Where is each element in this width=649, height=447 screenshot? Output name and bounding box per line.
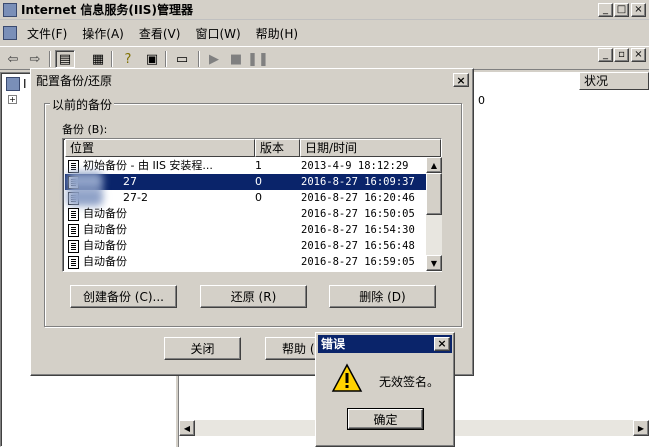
maximize-button[interactable]: □ [614,3,629,17]
column-header-location[interactable]: 位置 [65,139,255,157]
row-location: 自动备份 [83,255,127,268]
app-title: Internet 信息服务(IIS)管理器 [21,3,193,17]
document-icon [68,256,79,269]
warning-icon [331,363,363,392]
close-dialog-button[interactable]: 关闭 [164,337,241,360]
backup-list-label: 备份 (B): [62,123,108,136]
show-tree-icon[interactable]: ▤ [55,50,75,68]
row-location: 自动备份 [83,239,127,252]
minimize-button[interactable]: _ [598,3,613,17]
computer-icon[interactable]: ▭ [172,50,192,68]
menu-action[interactable]: 操作(A) [82,25,124,42]
backup-row[interactable]: 自动备份 2016-8-27 16:54:30 [65,222,426,238]
row-version: 0 [255,175,262,188]
back-arrow-icon[interactable]: ⇦ [3,50,23,68]
dialog-title: 配置备份/还原 [36,73,113,88]
column-header-datetime[interactable]: 日期/时间 [300,139,441,157]
toolbar-separator [49,51,51,67]
app-titlebar: Internet 信息服务(IIS)管理器 _ □ × [0,0,649,20]
console-icon [3,26,17,40]
play-icon[interactable]: ▶ [204,50,224,68]
menubar: 文件(F) 操作(A) 查看(V) 窗口(W) 帮助(H) _ ▫ × [0,22,649,62]
menu-window[interactable]: 窗口(W) [195,25,240,42]
menu-view[interactable]: 查看(V) [139,25,181,42]
toolbar-separator [198,51,200,67]
row-datetime: 2016-8-27 16:56:48 [301,240,415,252]
row-datetime: 2016-8-27 16:50:05 [301,208,415,220]
backup-row[interactable]: 自动备份 2016-8-27 16:59:05 [65,254,426,270]
toolbar-separator [111,51,113,67]
document-icon [68,224,79,237]
row-location: 自动备份 [83,223,127,236]
stop-icon[interactable]: ■ [226,50,246,68]
properties-icon[interactable]: ▣ [142,50,162,68]
create-backup-button[interactable]: 创建备份 (C)... [70,285,177,308]
backup-row[interactable]: 27-2 0 2016-8-27 16:20:46 [65,188,426,206]
error-title: 错误 [321,337,346,351]
document-icon [68,208,79,221]
error-titlebar: 错误 × [318,335,452,353]
error-close-icon[interactable]: × [434,337,450,351]
group-label: 以前的备份 [50,96,115,113]
row-datetime: 2016-8-27 16:20:46 [301,192,415,204]
row-version: 0 [255,191,262,204]
scroll-left-icon[interactable]: ◀ [179,420,195,436]
backup-row[interactable]: 27 0 2016-8-27 16:09:37 [65,172,426,190]
iis-root-icon [6,77,20,91]
scroll-up-icon[interactable]: ▲ [426,157,442,173]
backup-row[interactable]: 自动备份 2016-8-27 16:56:48 [65,238,426,254]
ok-button[interactable]: 确定 [347,408,424,430]
row-location: 初始备份 - 由 IIS 安装程... [83,159,213,172]
document-icon [68,240,79,253]
row-location: 27-2 [123,191,148,204]
forward-arrow-icon[interactable]: ⇨ [25,50,45,68]
iis-app-icon [3,2,17,17]
scroll-right-icon[interactable]: ▶ [633,420,649,436]
restore-button[interactable]: 还原 (R) [200,285,307,308]
scroll-down-icon[interactable]: ▼ [426,255,442,271]
list-vertical-scrollbar[interactable]: ▲ ▼ [426,157,442,271]
tree-expand-icon[interactable]: + [8,95,17,104]
toolbar-separator [165,51,167,67]
dialog-titlebar: 配置备份/还原 × [33,71,471,89]
delete-button[interactable]: 删除 (D) [329,285,436,308]
row-datetime: 2013-4-9 18:12:29 [301,160,409,172]
pause-icon[interactable]: ❚❚ [247,50,269,68]
toolbar: ⇦ ⇨ ▤ ▦ ? ▣ ▭ ▶ ■ ❚❚ [0,46,649,70]
row-location: 27 [123,175,137,188]
column-header-status[interactable]: 状况 [579,72,649,90]
dialog-close-icon[interactable]: × [453,73,469,87]
menu-help[interactable]: 帮助(H) [256,25,298,42]
row-version: 1 [255,159,262,172]
error-dialog: 错误 × 无效签名。 确定 [315,332,455,447]
backup-row[interactable]: 初始备份 - 由 IIS 安装程... 1 2013-4-9 18:12:29 [65,158,426,174]
scroll-thumb[interactable] [426,173,442,215]
row-location: 自动备份 [83,207,127,220]
row-datetime: 2016-8-27 16:09:37 [301,176,415,188]
row-datetime: 2016-8-27 16:59:05 [301,256,415,268]
backup-row[interactable]: 自动备份 2016-8-27 16:50:05 [65,206,426,222]
menu-file[interactable]: 文件(F) [27,25,67,42]
close-button[interactable]: × [631,3,646,17]
row-datetime: 2016-8-27 16:54:30 [301,224,415,236]
tree-root-label[interactable]: I [23,77,27,91]
detail-cell-value: 0 [478,94,485,107]
backup-list[interactable]: 位置 版本 日期/时间 初始备份 - 由 IIS 安装程... 1 2013-4-9… [62,138,442,272]
export-list-icon[interactable]: ▦ [88,50,108,68]
help-icon[interactable]: ? [118,50,138,68]
error-message: 无效签名。 [379,375,440,389]
column-header-version[interactable]: 版本 [255,139,300,157]
